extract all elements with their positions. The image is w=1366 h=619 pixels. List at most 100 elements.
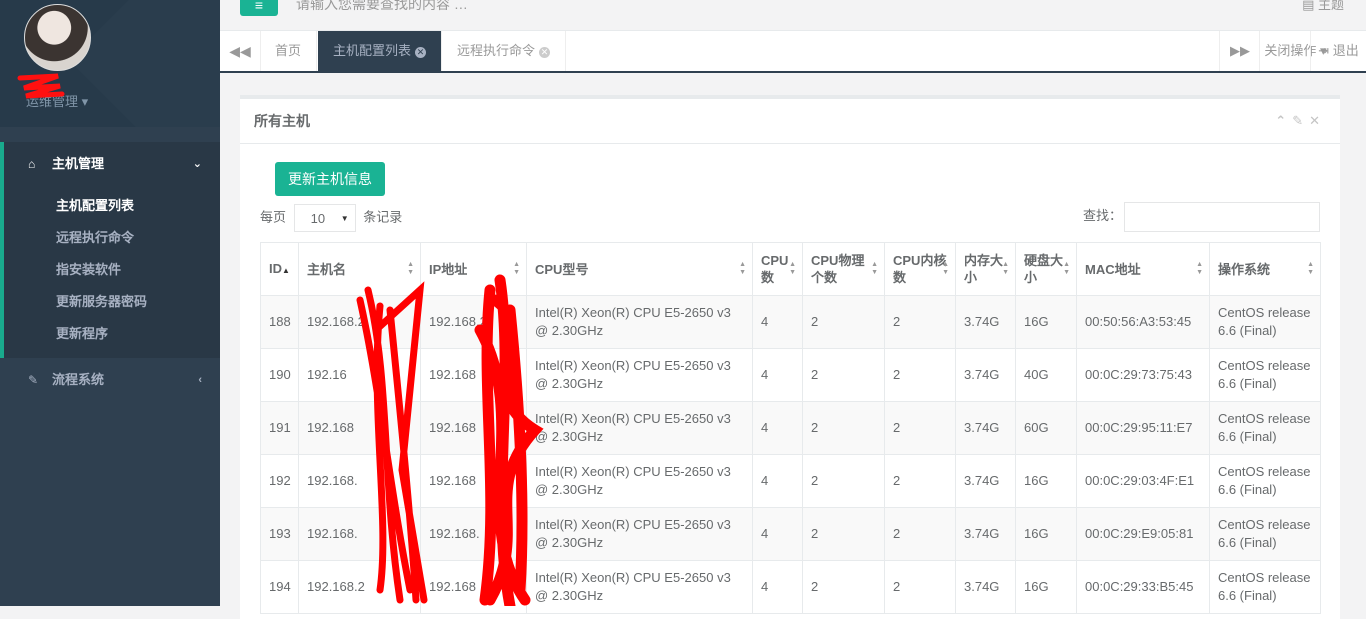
sort-icon: ▲ ▼ [789, 261, 796, 276]
header-label: CPU物理个数 [811, 253, 865, 285]
sidebar-subitem-remote-command[interactable]: 远程执行命令 [4, 222, 220, 254]
table-cell: 00:50:56:A3:53:45 [1076, 295, 1210, 349]
table-cell: 3.74G [955, 295, 1016, 349]
per-page-prefix: 每页 [260, 209, 287, 225]
page-length-select[interactable]: 10 ▼ [293, 204, 356, 232]
table-row[interactable]: 192 192.168. 192.168 Intel(R) Xeon(R) CPU E… [260, 454, 1321, 508]
column-header-cpu-cores[interactable]: CPU内核数 ▲ ▼ [884, 242, 956, 296]
panel-header: 所有主机 ⌃✎✕ [240, 99, 1340, 144]
profile-background-shape [68, 0, 220, 127]
sort-asc-icon: ▲ [282, 265, 290, 275]
column-header-hostname[interactable]: 主机名 ▲ ▼ [298, 242, 421, 296]
table-cell: 2 [884, 507, 956, 561]
sort-icon: ▲ ▼ [942, 261, 949, 276]
sidebar-subitem-update-program[interactable]: 更新程序 [4, 318, 220, 350]
chevron-left-icon: ‹ [198, 374, 202, 386]
table-cell: 192.168 [420, 348, 527, 402]
menu-toggle-button[interactable]: ≡ [240, 0, 278, 16]
table-cell: 00:0C:29:73:75:43 [1076, 348, 1210, 402]
sidebar-item-label: 主机管理 [52, 156, 105, 171]
table-cell: 4 [752, 454, 803, 508]
header-label: 操作系统 [1218, 261, 1271, 277]
column-header-cpu-physical[interactable]: CPU物理个数 ▲ ▼ [802, 242, 885, 296]
table-cell: Intel(R) Xeon(R) CPU E5-2650 v3 @ 2.30GH… [526, 348, 753, 402]
table-cell: CentOS release 6.6 (Final) [1209, 454, 1321, 508]
theme-label: 主题 [1317, 0, 1344, 12]
sort-icon: ▲ ▼ [739, 261, 746, 276]
header-label: CPU数 [761, 253, 789, 285]
table-cell: 2 [802, 454, 885, 508]
update-hosts-button[interactable]: 更新主机信息 [275, 162, 385, 196]
header-label: CPU型号 [535, 261, 589, 277]
sort-icon: ▲ ▼ [871, 261, 878, 276]
table-cell: 3.74G [955, 401, 1016, 455]
table-row[interactable]: 188 192.168.2 192.168.2 Intel(R) Xeon(R) CP… [260, 295, 1321, 349]
table-cell: 3.74G [955, 348, 1016, 402]
column-header-os[interactable]: 操作系统 ▲ ▼ [1209, 242, 1321, 296]
collapse-icon[interactable]: ⌃ [1275, 113, 1292, 128]
close-icon[interactable]: ✕ [539, 47, 551, 58]
close-icon[interactable]: ✕ [415, 47, 427, 58]
table-row[interactable]: 190 192.16 192.168 Intel(R) Xeon(R) CPU E5-… [260, 348, 1321, 402]
header-label: CPU内核数 [893, 253, 947, 285]
table-cell: 4 [752, 507, 803, 561]
table-row[interactable]: 191 192.168 192.168 Intel(R) Xeon(R) CPU E5… [260, 401, 1321, 455]
column-header-ip[interactable]: IP地址 ▲ ▼ [420, 242, 527, 296]
edit-icon: ✎ [28, 373, 39, 387]
tab-scroll-left-button[interactable]: ◀◀ [220, 31, 261, 71]
search-input[interactable] [1124, 201, 1320, 232]
table-cell: 192.168. [420, 507, 527, 561]
sidebar-item-host-management[interactable]: ⌂ 主机管理 ⌄ [0, 142, 220, 186]
table-cell: 2 [884, 348, 956, 402]
table-cell: 16G [1015, 507, 1077, 561]
table-cell: 2 [802, 401, 885, 455]
sort-icon: ▲ ▼ [1307, 261, 1314, 276]
top-search-input[interactable]: 请输入您需要查找的内容 … [296, 0, 468, 14]
wrench-icon[interactable]: ✎ [1292, 113, 1309, 128]
table-cell: 40G [1015, 348, 1077, 402]
sidebar-item-flow-system[interactable]: ✎ 流程系统 ‹ [0, 358, 220, 402]
column-header-id[interactable]: ID▲ [260, 242, 299, 296]
table-header-row: ID▲ 主机名 ▲ ▼ IP地址 ▲ ▼ CPU型号 ▲ ▼ CPU数 ▲ ▼ CPU物理个数 ▲… [260, 242, 1321, 296]
table-cell: 192.168 [420, 454, 527, 508]
theme-link[interactable]: ▤ 主题 [1302, 0, 1344, 13]
sidebar-subitem-host-config-list[interactable]: 主机配置列表 [4, 190, 220, 222]
avatar[interactable] [24, 4, 91, 71]
top-bar: ≡ 请输入您需要查找的内容 … ▤ 主题 [220, 0, 1366, 31]
logout-button[interactable]: ⇥ 退出 [1310, 31, 1366, 71]
table-cell: 3.74G [955, 507, 1016, 561]
table-cell: 192.168.2 [420, 295, 527, 349]
column-header-mac[interactable]: MAC地址 ▲ ▼ [1076, 242, 1210, 296]
column-header-cpu-count[interactable]: CPU数 ▲ ▼ [752, 242, 803, 296]
tab-remote-command[interactable]: 远程执行命令 ✕ [442, 31, 567, 71]
tab-label: 首页 [275, 43, 302, 58]
table-cell: 00:0C:29:95:11:E7 [1076, 401, 1210, 455]
table-cell: CentOS release 6.6 (Final) [1209, 507, 1321, 561]
chevron-down-icon: ⌄ [192, 158, 202, 170]
column-header-memory[interactable]: 内存大小 ▲ ▼ [955, 242, 1016, 296]
table-cell: 2 [802, 295, 885, 349]
table-cell: 192.168. [298, 454, 421, 508]
column-header-cpu-model[interactable]: CPU型号 ▲ ▼ [526, 242, 753, 296]
sort-icon: ▲ ▼ [407, 261, 414, 276]
table-cell: 16G [1015, 295, 1077, 349]
sidebar-subitem-update-password[interactable]: 更新服务器密码 [4, 286, 220, 318]
table-row[interactable]: 193 192.168. 192.168. Intel(R) Xeon(R) CPU … [260, 507, 1321, 561]
tab-scroll-right-button[interactable]: ▶▶ [1219, 31, 1260, 71]
close-icon[interactable]: ✕ [1309, 113, 1326, 128]
column-header-disk[interactable]: 硬盘大小 ▲ ▼ [1015, 242, 1077, 296]
table-cell: 192.168 [298, 401, 421, 455]
table-cell: Intel(R) Xeon(R) CPU E5-2650 v3 @ 2.30GH… [526, 295, 753, 349]
table-cell: 192 [260, 454, 299, 508]
tab-host-config-list[interactable]: 主机配置列表 ✕ [318, 31, 443, 71]
close-operations-label: 关闭操作 [1264, 43, 1317, 58]
sidebar-subitem-install-software[interactable]: 指安装软件 [4, 254, 220, 286]
hosts-panel: 所有主机 ⌃✎✕ 更新主机信息 每页 10 ▼ 条记录 查找： ID▲ 主机名 ▲ ▼… [240, 95, 1340, 619]
table-cell: 3.74G [955, 454, 1016, 508]
tab-home[interactable]: 首页 [260, 31, 318, 71]
table-cell: 188 [260, 295, 299, 349]
sort-icon: ▲ ▼ [513, 261, 520, 276]
table-cell: CentOS release 6.6 (Final) [1209, 348, 1321, 402]
profile-role-dropdown[interactable]: 运维管理 ▾ [26, 91, 88, 110]
table-cell: 192.168. [298, 507, 421, 561]
